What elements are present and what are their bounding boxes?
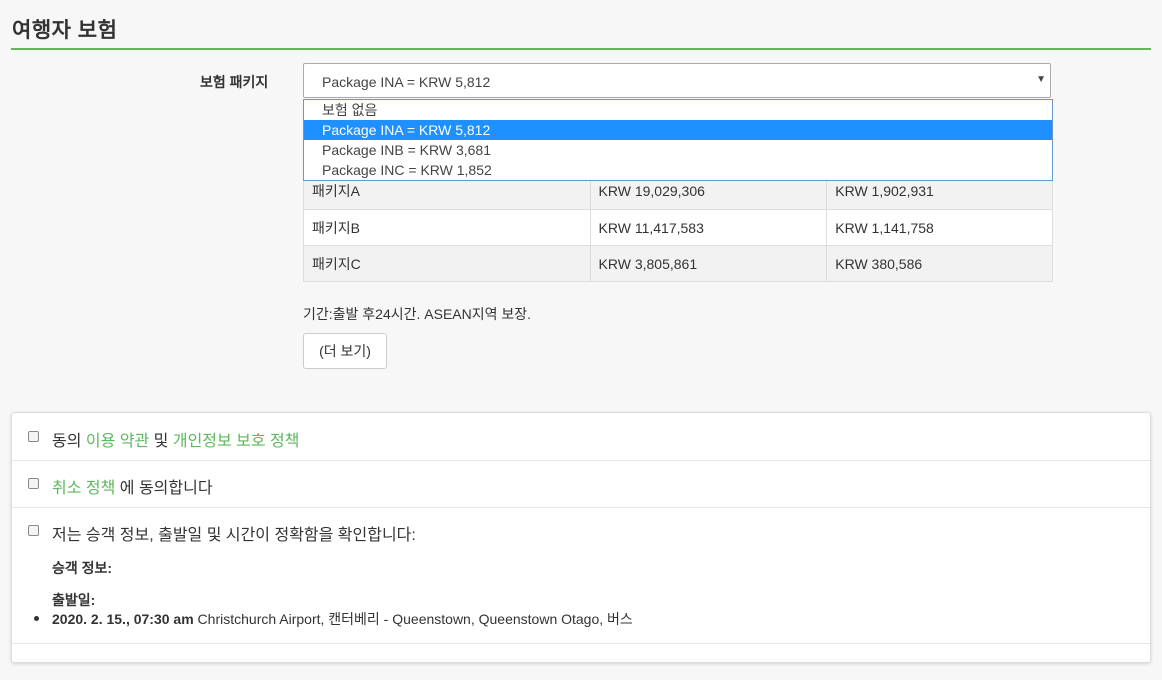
cancel-policy-link[interactable]: 취소 정책 xyxy=(52,480,115,497)
terms-checkbox[interactable] xyxy=(28,431,39,442)
confirm-text: 저는 승객 정보, 출발일 및 시간이 정확함을 확인합니다: xyxy=(52,527,416,544)
table-cell: 패키지C xyxy=(303,245,591,282)
terms-mid: 및 xyxy=(149,433,173,450)
page-title: 여행자 보험 xyxy=(12,19,118,42)
agreements-panel: 동의 이용 약관 및 개인정보 보호 정책 취소 정책 에 동의합니다 저는 승… xyxy=(11,412,1151,663)
cancel-row: 취소 정책 에 동의합니다 xyxy=(12,460,1150,508)
terms-prefix: 동의 xyxy=(52,433,86,450)
trip-datetime: 2020. 2. 15., 07:30 am xyxy=(52,611,194,627)
table-row: 패키지C KRW 3,805,861 KRW 380,586 xyxy=(303,245,1053,282)
select-current-value: Package INA = KRW 5,812 xyxy=(322,74,491,90)
passenger-info-label: 승객 정보: xyxy=(52,560,113,576)
confirm-row: 저는 승객 정보, 출발일 및 시간이 정확함을 확인합니다: 승객 정보: 출… xyxy=(12,507,1150,644)
table-cell: 패키지B xyxy=(303,209,591,246)
cancel-suffix: 에 동의합니다 xyxy=(115,480,213,497)
insurance-package-label: 보험 패키지 xyxy=(200,74,269,90)
cancel-checkbox[interactable] xyxy=(28,478,39,489)
insurance-package-select[interactable]: Package INA = KRW 5,812 ▼ xyxy=(303,63,1051,98)
terms-row: 동의 이용 약관 및 개인정보 보호 정책 xyxy=(12,413,1150,461)
insurance-package-dropdown: 보험 없음 Package INA = KRW 5,812 Package IN… xyxy=(303,99,1053,181)
dropdown-option-ina[interactable]: Package INA = KRW 5,812 xyxy=(304,120,1052,140)
confirm-checkbox[interactable] xyxy=(28,525,39,536)
departure-label: 출발일: xyxy=(52,592,96,608)
trip-details: 2020. 2. 15., 07:30 am Christchurch Airp… xyxy=(52,609,633,629)
trip-route: Christchurch Airport, 캔터베리 - Queenstown,… xyxy=(193,611,633,627)
chevron-down-icon: ▼ xyxy=(1036,74,1046,85)
coverage-table: 패키지A KRW 19,029,306 KRW 1,902,931 패키지B K… xyxy=(303,171,1053,282)
table-cell: KRW 380,586 xyxy=(826,245,1053,282)
terms-text: 동의 이용 약관 및 개인정보 보호 정책 xyxy=(52,427,300,451)
dropdown-option-inb[interactable]: Package INB = KRW 3,681 xyxy=(304,140,1052,160)
table-cell: KRW 3,805,861 xyxy=(589,245,828,282)
bullet-icon xyxy=(34,616,39,621)
more-button[interactable]: (더 보기) xyxy=(303,333,387,369)
title-divider xyxy=(11,48,1151,50)
dropdown-option-inc[interactable]: Package INC = KRW 1,852 xyxy=(304,160,1052,180)
terms-of-use-link[interactable]: 이용 약관 xyxy=(86,433,149,450)
coverage-note: 기간:출발 후24시간. ASEAN지역 보장. xyxy=(303,306,532,322)
cancel-text: 취소 정책 에 동의합니다 xyxy=(52,474,213,498)
dropdown-option-none[interactable]: 보험 없음 xyxy=(304,100,1052,120)
privacy-policy-link[interactable]: 개인정보 보호 정책 xyxy=(173,433,300,450)
table-row: 패키지B KRW 11,417,583 KRW 1,141,758 xyxy=(303,209,1053,246)
table-cell: KRW 11,417,583 xyxy=(589,209,828,246)
table-cell: KRW 1,141,758 xyxy=(826,209,1053,246)
